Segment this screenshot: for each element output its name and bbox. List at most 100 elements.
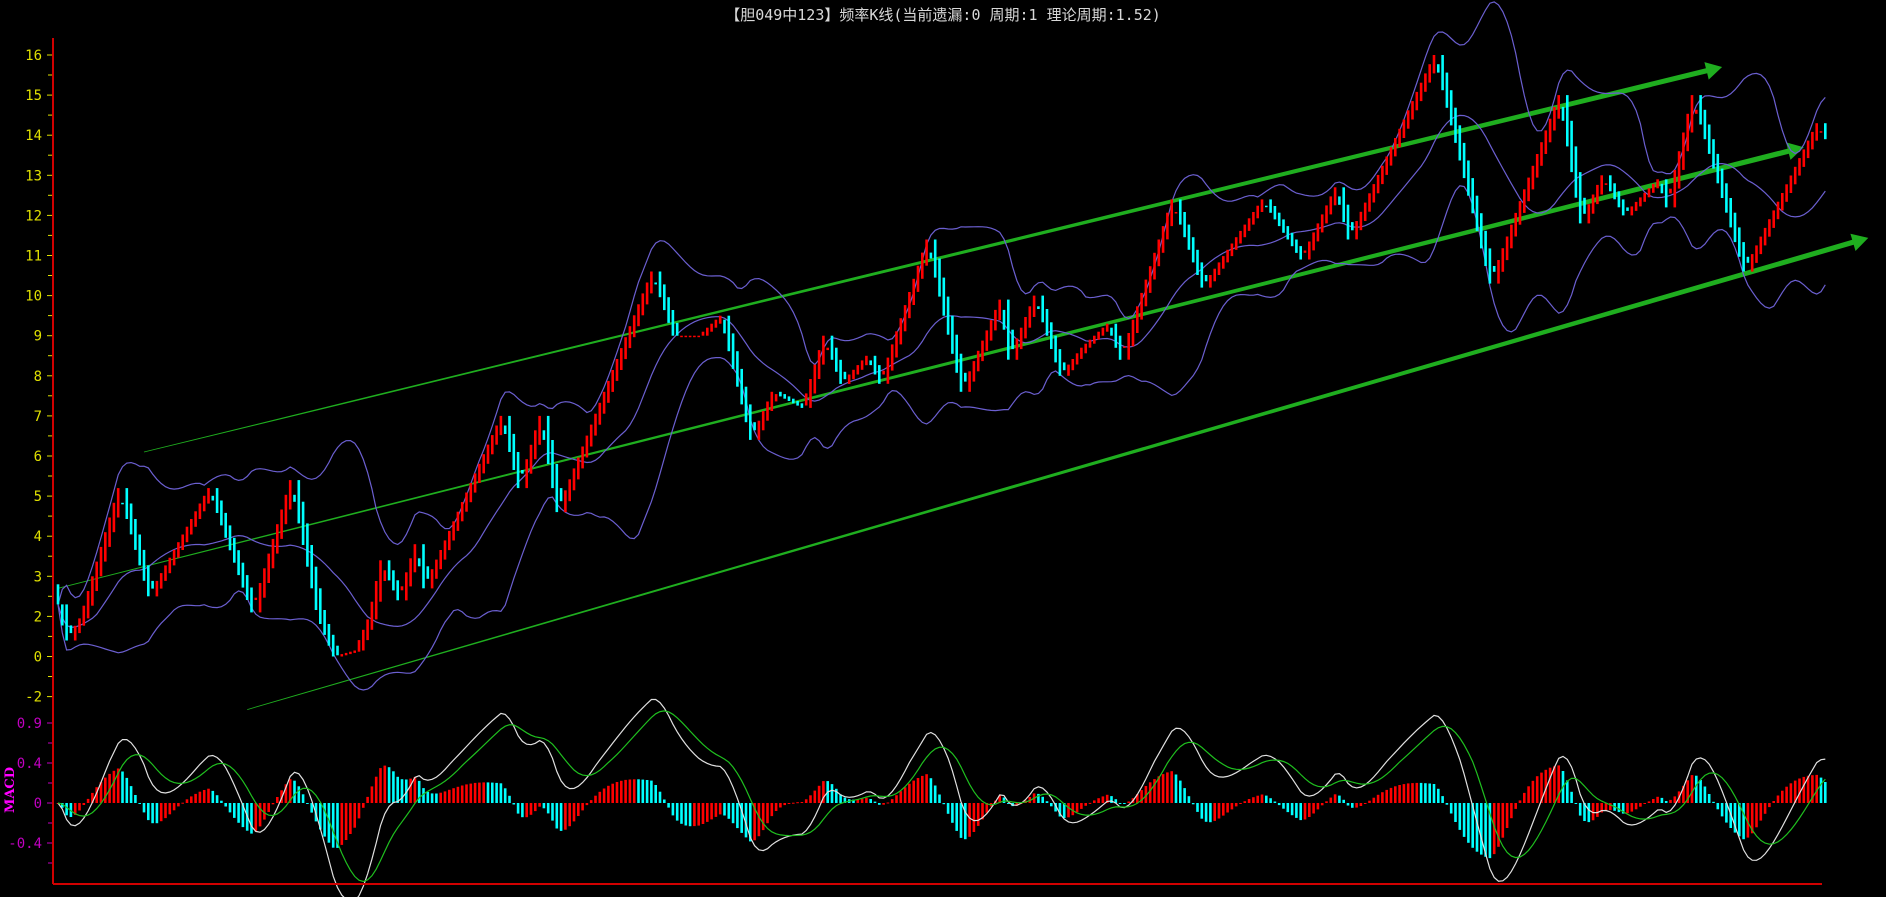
candle-up [1243,224,1247,238]
macd-histogram-bar [82,803,86,805]
candle-down [663,284,666,311]
macd-histogram-bar [1256,795,1259,803]
macd-histogram-bar [1097,798,1100,803]
candle-down [942,277,946,316]
candle-up [1497,260,1500,284]
macd-histogram-bar [159,803,163,822]
candle-up [976,350,980,372]
macd-histogram-bar [1454,803,1457,822]
macd-histogram-bar [946,803,950,814]
macd-histogram-bar [792,802,795,804]
macd-histogram-bar [1080,803,1083,809]
macd-histogram-bar [1355,803,1358,808]
candle-down [1462,142,1466,179]
price-tick-label: 2 [34,609,42,625]
macd-histogram-bar [688,803,692,827]
candle-down [736,351,739,387]
candle-up [452,521,455,541]
candle-down [1196,249,1199,275]
candle-down [1454,107,1457,143]
candle-up [181,534,184,550]
candle-down [667,297,670,323]
macd-histogram-bar [233,803,236,818]
macd-histogram-bar [443,791,447,803]
candle-down [555,464,559,513]
macd-histogram-bar [1712,801,1715,803]
macd-histogram-bar [951,803,954,823]
macd-histogram-bar [181,802,184,804]
macd-histogram-bar [1368,800,1371,803]
macd-histogram-bar [374,776,378,803]
candle-up [1505,236,1509,261]
macd-histogram-bar [534,803,537,812]
candle-up [1127,333,1130,360]
price-tick-label: 12 [25,208,42,224]
candle-up [1548,118,1552,143]
macd-histogram-bar [521,803,524,818]
candle-up [525,459,528,489]
candle-up [258,583,262,613]
candle-up [1596,184,1599,205]
candle-up [374,581,378,620]
candle-down [1037,306,1040,309]
candle-down [1338,196,1341,205]
macd-histogram-bar [1789,783,1793,803]
macd-histogram-bar [1772,801,1775,803]
macd-histogram-bar [1389,787,1393,803]
macd-histogram-bar [809,795,812,803]
macd-histogram-bar [172,803,176,811]
candle-down [749,404,752,440]
macd-histogram-bar [938,794,941,803]
macd-histogram-bar [611,783,614,803]
candle-up [1247,218,1251,231]
macd-histogram-bar [1075,803,1079,813]
candle-down [327,624,331,646]
macd-histogram-bar [968,803,971,837]
candle-down [245,575,249,600]
candle-down [319,588,322,624]
macd-histogram-bar [1652,799,1655,803]
macd-histogram-bar [1381,792,1384,803]
candle-down [224,512,227,538]
candle-up [1759,236,1763,255]
candle-up [770,391,774,411]
candle-down [336,645,339,656]
candle-up [1359,211,1363,231]
candle-up [499,415,503,436]
macd-histogram-bar [1290,803,1294,816]
candle-up [766,401,769,421]
macd-histogram-bar [486,782,490,803]
candle-up [1088,339,1092,348]
macd-histogram-bar [637,779,640,803]
candle-up [1600,175,1603,195]
macd-histogram-bar [228,803,232,813]
candle-up [435,559,438,579]
macd-histogram-bar [155,803,159,824]
candle-up [1209,275,1212,288]
candle-down [839,359,842,384]
macd-histogram-bar [1716,803,1720,810]
macd-histogram-bar [1406,783,1410,803]
candle-down [1299,246,1302,260]
price-tick-label: 15 [25,88,42,104]
candle-up [852,369,855,380]
candle-down [869,360,872,366]
macd-histogram-bar [929,778,933,803]
macd-histogram-bar [1467,803,1470,843]
candle-down [512,433,516,470]
candle-down [1058,349,1062,376]
macd-histogram-bar [671,803,675,816]
candle-down [929,252,933,259]
price-tick-label: 0 [34,650,42,666]
macd-histogram-bar [306,803,309,804]
candle-down [1449,90,1453,126]
macd-histogram-bar [129,786,133,803]
candle-down [959,353,963,392]
macd-histogram-bar [271,803,275,805]
candle-down [56,584,60,605]
macd-histogram-bar [177,803,180,807]
macd-histogram-bar [1376,794,1380,803]
candle-up [1806,140,1810,159]
macd-histogram-bar [1755,803,1758,828]
macd-histogram-bar [1785,786,1788,803]
